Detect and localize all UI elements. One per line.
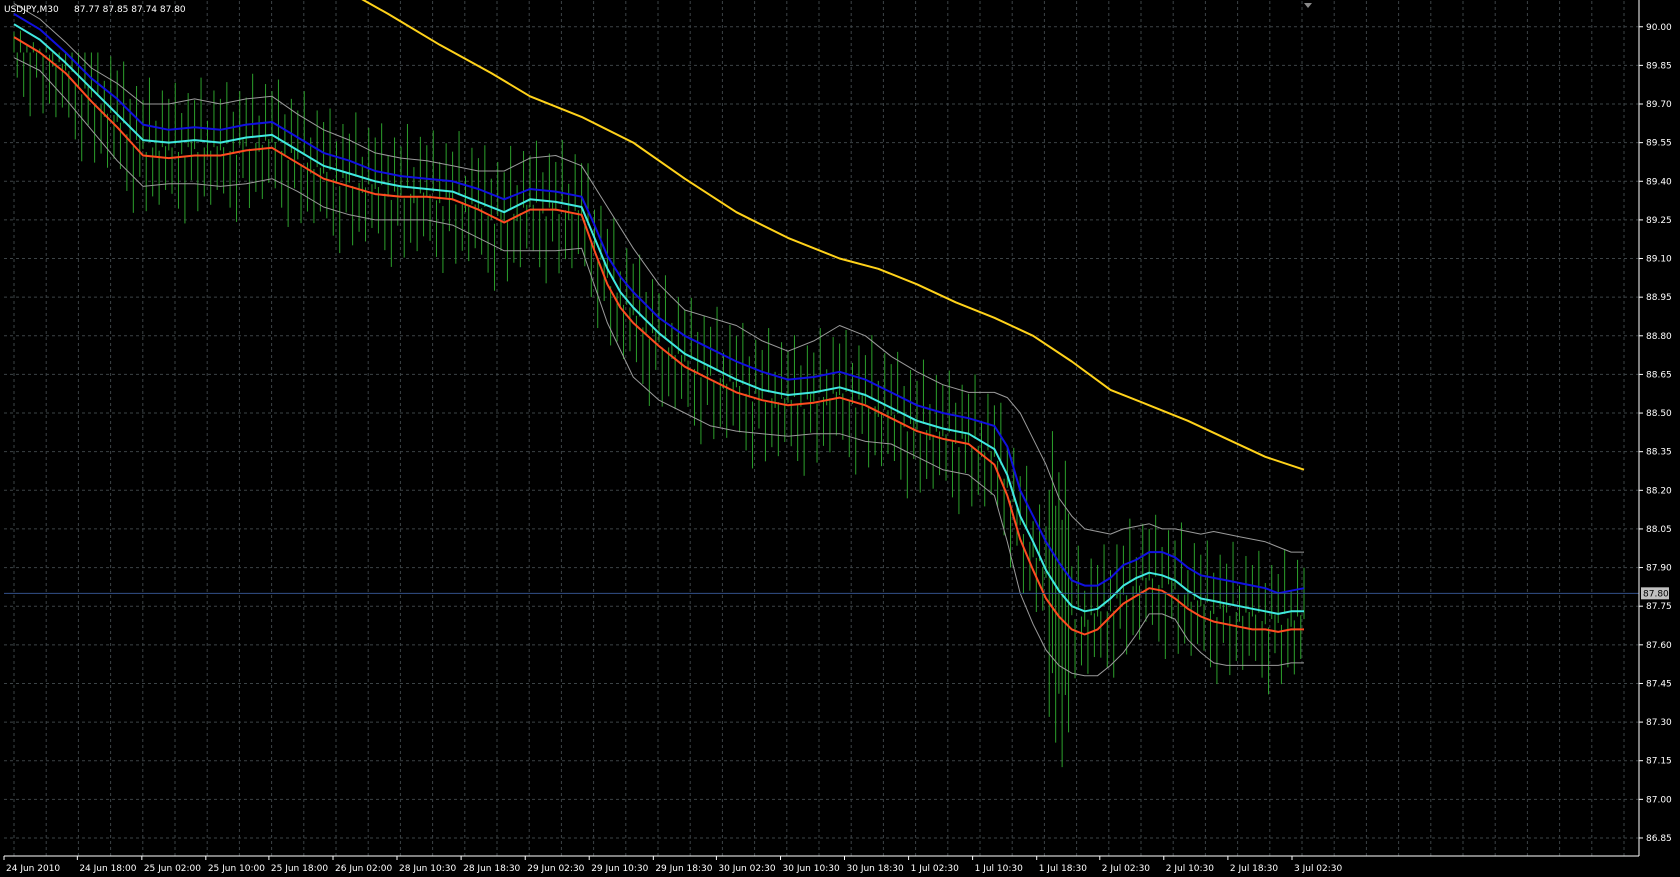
y-tick-label: 88.50 — [1646, 409, 1672, 419]
x-tick-label: 3 Jul 02:30 — [1294, 864, 1343, 874]
price-chart[interactable]: 90.00 89.85 89.70 89.55 89.40 89.25 89.10 88.95… — [0, 0, 1680, 877]
x-tick-label: 2 Jul 10:30 — [1166, 864, 1215, 874]
x-tick-label: 26 Jun 02:00 — [335, 864, 392, 874]
y-tick-label: 87.45 — [1646, 679, 1672, 689]
y-tick-label: 89.70 — [1646, 100, 1672, 110]
x-tick-label: 25 Jun 18:00 — [271, 864, 328, 874]
y-tick-label: 88.35 — [1646, 448, 1672, 458]
current-price-label: 87.80 — [1643, 589, 1669, 599]
x-tick-label: 29 Jun 02:30 — [527, 864, 584, 874]
chart-header-ohlc: 87.77 87.85 87.74 87.80 — [74, 5, 186, 15]
y-tick-label: 87.00 — [1646, 795, 1672, 805]
y-tick-label: 87.90 — [1646, 564, 1672, 574]
y-tick-label: 87.15 — [1646, 757, 1672, 767]
chart-background — [0, 0, 1680, 877]
y-tick-label: 88.20 — [1646, 486, 1672, 496]
current-price-marker: 87.80 — [1641, 587, 1669, 600]
y-tick-label: 88.05 — [1646, 525, 1672, 535]
x-tick-label: 1 Jul 02:30 — [911, 864, 960, 874]
x-tick-label: 24 Jun 18:00 — [79, 864, 136, 874]
y-tick-label: 86.85 — [1646, 834, 1672, 844]
y-tick-label: 89.55 — [1646, 139, 1672, 149]
y-tick-label: 89.25 — [1646, 216, 1672, 226]
x-tick-label: 2 Jul 02:30 — [1102, 864, 1151, 874]
x-tick-label: 25 Jun 10:00 — [208, 864, 265, 874]
chart-header-symbol: USDJPY,M30 — [4, 5, 59, 15]
y-tick-label: 87.30 — [1646, 718, 1672, 728]
y-tick-label: 87.75 — [1646, 602, 1672, 612]
x-tick-label: 2 Jul 18:30 — [1230, 864, 1279, 874]
x-tick-label: 28 Jun 10:30 — [399, 864, 456, 874]
y-tick-label: 88.95 — [1646, 293, 1672, 303]
y-tick-label: 89.10 — [1646, 255, 1672, 265]
x-tick-label: 24 Jun 2010 — [6, 864, 60, 874]
y-tick-label: 90.00 — [1646, 23, 1672, 33]
x-tick-label: 30 Jun 18:30 — [847, 864, 904, 874]
x-tick-label: 30 Jun 02:30 — [718, 864, 775, 874]
y-tick-label: 88.65 — [1646, 370, 1672, 380]
x-tick-label: 25 Jun 02:00 — [144, 864, 201, 874]
x-tick-label: 1 Jul 10:30 — [975, 864, 1024, 874]
x-tick-label: 1 Jul 18:30 — [1039, 864, 1088, 874]
y-tick-label: 89.85 — [1646, 61, 1672, 71]
y-tick-label: 89.40 — [1646, 177, 1672, 187]
x-tick-label: 30 Jun 10:30 — [783, 864, 840, 874]
y-tick-label: 88.80 — [1646, 332, 1672, 342]
y-tick-label: 87.60 — [1646, 641, 1672, 651]
x-tick-label: 28 Jun 18:30 — [463, 864, 520, 874]
x-tick-label: 29 Jun 18:30 — [655, 864, 712, 874]
x-tick-label: 29 Jun 10:30 — [591, 864, 648, 874]
